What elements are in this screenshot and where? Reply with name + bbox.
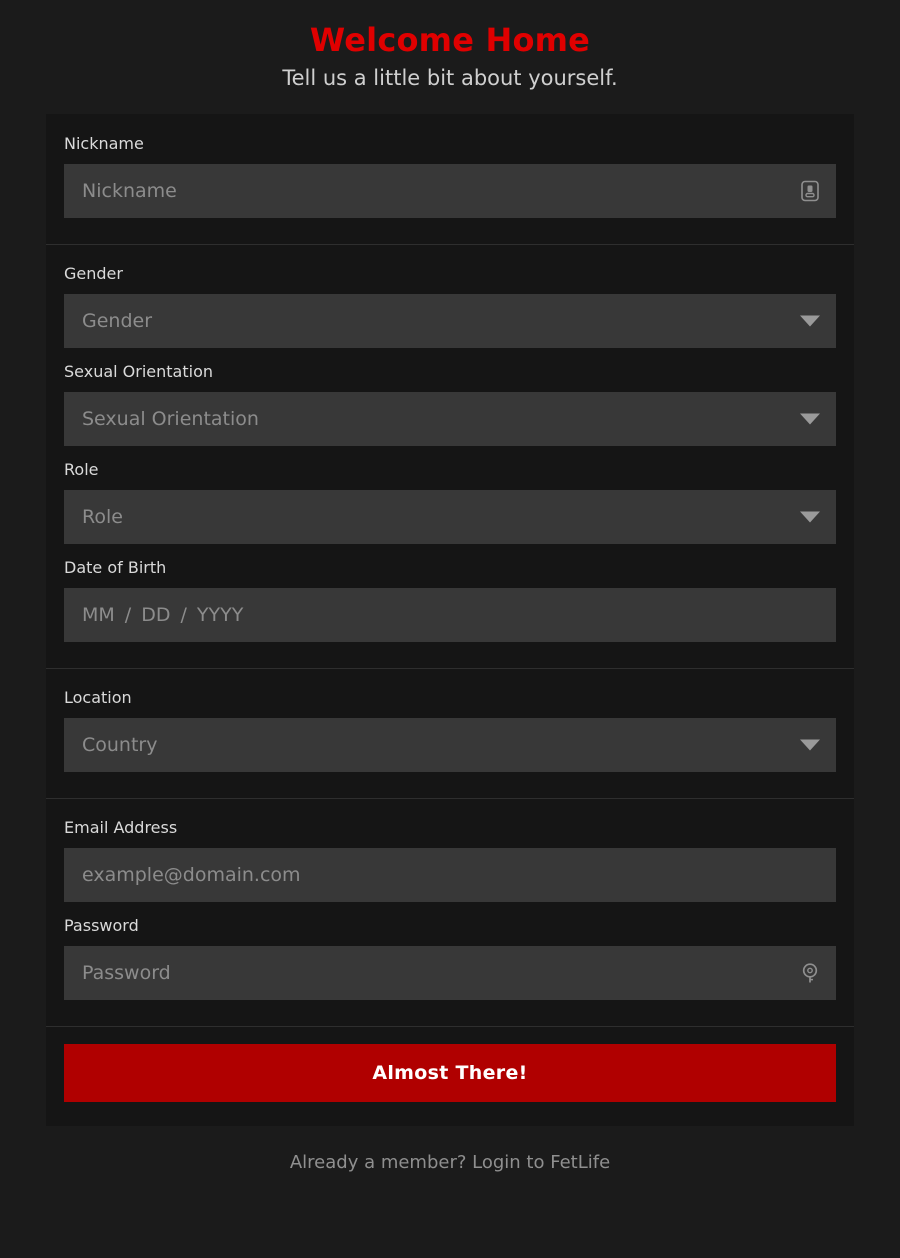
country-select-wrap: Country: [64, 718, 836, 772]
password-label: Password: [64, 916, 836, 936]
page-title: Welcome Home: [0, 20, 900, 60]
login-link[interactable]: Already a member? Login to FetLife: [290, 1152, 610, 1173]
password-input[interactable]: [64, 946, 836, 1000]
gender-select-wrap: Gender: [64, 294, 836, 348]
chevron-down-icon[interactable]: [800, 414, 820, 425]
location-label: Location: [64, 688, 836, 708]
section-credentials: Email Address Password: [46, 798, 854, 1026]
signup-page: Welcome Home Tell us a little bit about …: [0, 0, 900, 1258]
role-select[interactable]: Role: [64, 490, 836, 544]
date-of-birth-wrap: MM / DD / YYYY: [64, 588, 836, 642]
field-email: Email Address: [64, 818, 836, 902]
role-label: Role: [64, 460, 836, 480]
password-input-wrap: [64, 946, 836, 1000]
field-role: Role Role: [64, 460, 836, 544]
sexual-orientation-label: Sexual Orientation: [64, 362, 836, 382]
date-of-birth-label: Date of Birth: [64, 558, 836, 578]
date-of-birth-input[interactable]: MM / DD / YYYY: [64, 588, 836, 642]
email-input[interactable]: [64, 848, 836, 902]
dob-year-field[interactable]: YYYY: [197, 604, 243, 626]
gender-select[interactable]: Gender: [64, 294, 836, 348]
section-location: Location Country: [46, 668, 854, 798]
signup-form-card: Nickname Gender Gend: [46, 114, 854, 1126]
field-password: Password: [64, 916, 836, 1000]
chevron-down-icon[interactable]: [800, 316, 820, 327]
email-label: Email Address: [64, 818, 836, 838]
field-gender: Gender Gender: [64, 264, 836, 348]
country-select[interactable]: Country: [64, 718, 836, 772]
dob-separator-1: /: [115, 604, 141, 626]
section-about-you: Gender Gender Sexual Orientation Sexual …: [46, 244, 854, 668]
role-select-wrap: Role: [64, 490, 836, 544]
field-date-of-birth: Date of Birth MM / DD / YYYY: [64, 558, 836, 642]
nickname-label: Nickname: [64, 134, 836, 154]
chevron-down-icon[interactable]: [800, 740, 820, 751]
page-footer: Already a member? Login to FetLife: [0, 1152, 900, 1173]
dob-day-field[interactable]: DD: [141, 604, 170, 626]
almost-there-submit-button[interactable]: Almost There!: [64, 1044, 836, 1102]
page-header: Welcome Home Tell us a little bit about …: [0, 0, 900, 92]
sexual-orientation-select[interactable]: Sexual Orientation: [64, 392, 836, 446]
section-identity: Nickname: [46, 114, 854, 244]
field-location: Location Country: [64, 688, 836, 772]
email-input-wrap: [64, 848, 836, 902]
gender-label: Gender: [64, 264, 836, 284]
section-submit: Almost There!: [46, 1026, 854, 1126]
id-card-icon[interactable]: [800, 180, 820, 202]
chevron-down-icon[interactable]: [800, 512, 820, 523]
nickname-input[interactable]: [64, 164, 836, 218]
sexual-orientation-select-wrap: Sexual Orientation: [64, 392, 836, 446]
field-nickname: Nickname: [64, 134, 836, 218]
nickname-input-wrap: [64, 164, 836, 218]
key-icon[interactable]: [800, 962, 820, 984]
dob-separator-2: /: [170, 604, 196, 626]
page-subtitle: Tell us a little bit about yourself.: [0, 64, 900, 92]
field-sexual-orientation: Sexual Orientation Sexual Orientation: [64, 362, 836, 446]
dob-month-field[interactable]: MM: [82, 604, 115, 626]
